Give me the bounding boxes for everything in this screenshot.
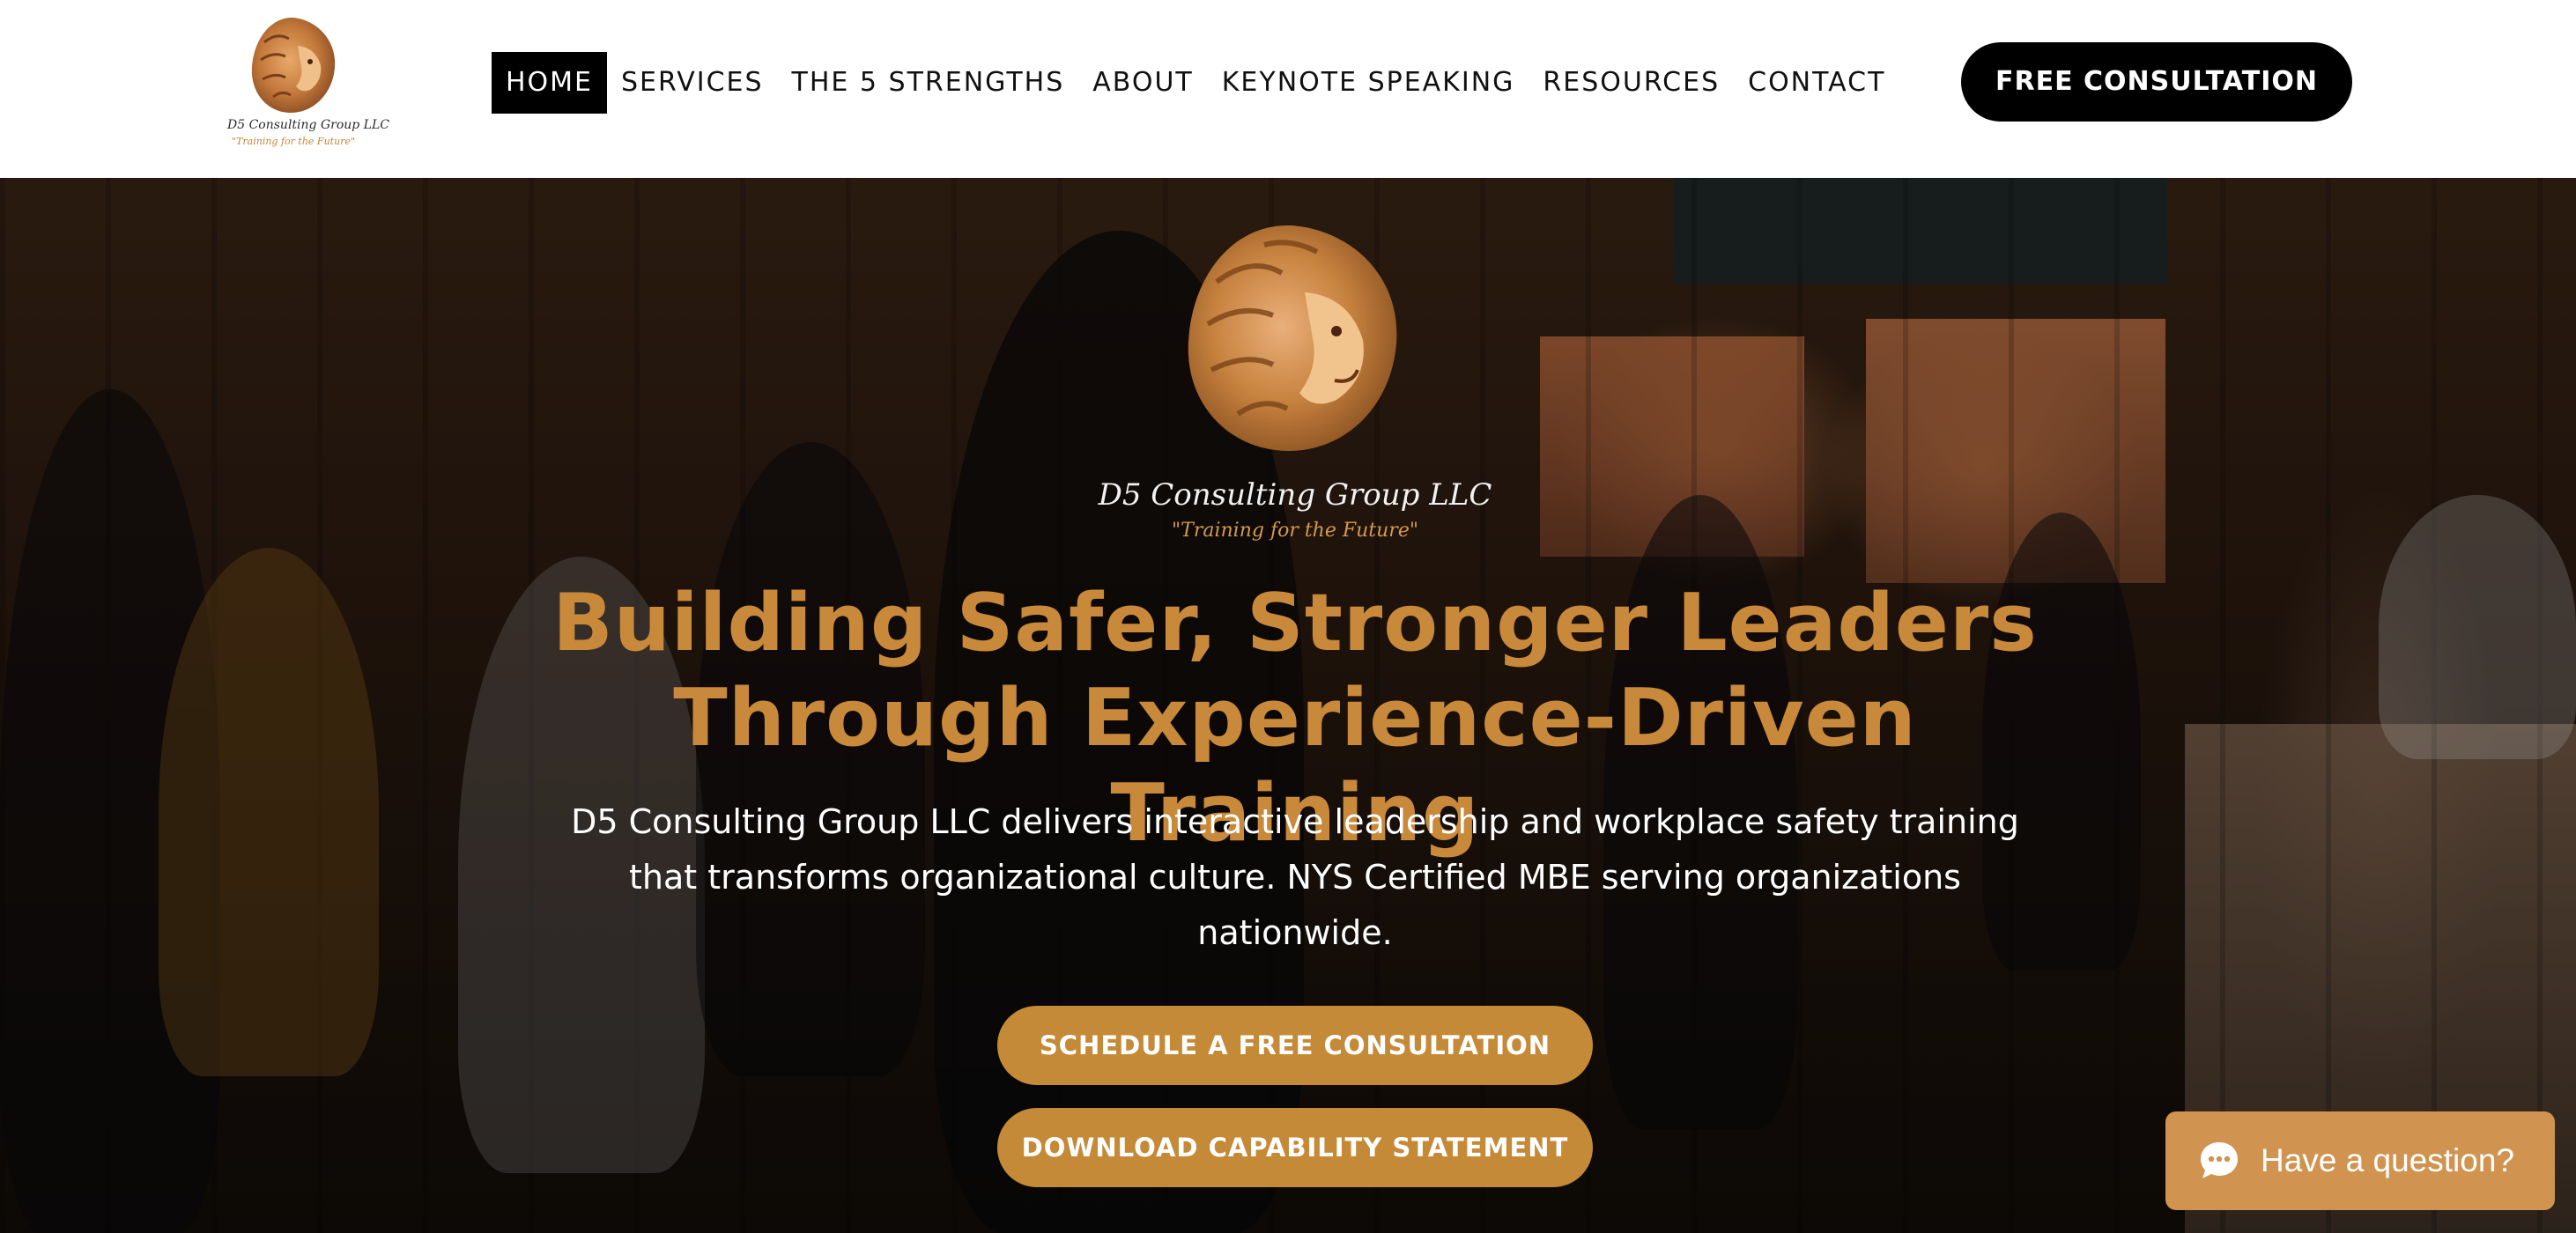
nav-item-keynote-speaking[interactable]: KEYNOTE SPEAKING	[1208, 52, 1529, 114]
free-consultation-button[interactable]: FREE CONSULTATION	[1961, 42, 2352, 122]
site-header: D5 Consulting Group LLC "Training for th…	[0, 0, 2576, 178]
download-capability-statement-button[interactable]: DOWNLOAD CAPABILITY STATEMENT	[997, 1108, 1593, 1187]
nav-item-the-5-strengths[interactable]: THE 5 STRENGTHS	[778, 52, 1079, 114]
lion-logo-icon	[1188, 225, 1397, 451]
nav-item-contact[interactable]: CONTACT	[1734, 52, 1899, 114]
chat-widget-label: Have a question?	[2261, 1142, 2514, 1178]
hero-tagline: "Training for the Future"	[1172, 520, 1418, 542]
header-logo[interactable]: D5 Consulting Group LLC "Training for th…	[227, 12, 389, 153]
nav-item-services[interactable]: SERVICES	[607, 52, 778, 114]
nav-item-home[interactable]: HOME	[492, 52, 608, 114]
logo-tagline: "Training for the Future"	[232, 136, 355, 147]
hero-description: D5 Consulting Group LLC delivers interac…	[571, 802, 2019, 952]
hero-company-name: D5 Consulting Group LLC	[1098, 477, 1492, 513]
lion-logo-icon	[251, 18, 336, 113]
hero-section: D5 Consulting Group LLC "Training for th…	[0, 178, 2576, 1233]
chat-widget-button[interactable]: Have a question?	[2165, 1111, 2555, 1210]
schedule-consultation-button[interactable]: SCHEDULE A FREE CONSULTATION	[997, 1006, 1593, 1085]
chat-bubble-icon	[2201, 1142, 2238, 1178]
nav-item-about[interactable]: ABOUT	[1078, 52, 1207, 114]
nav-item-resources[interactable]: RESOURCES	[1529, 52, 1734, 114]
logo-company-name: D5 Consulting Group LLC	[227, 118, 389, 132]
main-nav: HOME SERVICES THE 5 STRENGTHS ABOUT KEYN…	[492, 52, 1899, 114]
hero-lion-logo	[1167, 220, 1414, 493]
hero-title-line-1: Building Safer, Stronger Leaders	[552, 577, 2038, 669]
